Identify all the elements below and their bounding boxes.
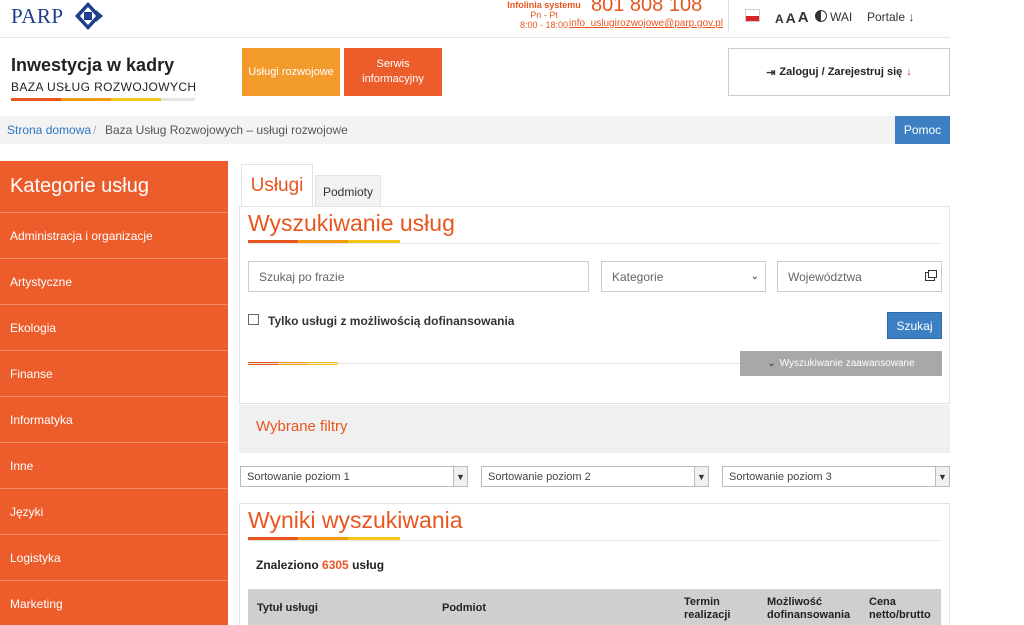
results-count: Znaleziono 6305 usług — [256, 558, 384, 572]
portals-dropdown[interactable]: Portale ↓ — [867, 10, 914, 24]
search-phrase-input[interactable]: Szukaj po frazie — [248, 261, 589, 292]
page-root: PARP Infolinia systemu Pn - Pt 8:00 - 18… — [0, 0, 1024, 625]
sidebar-item-artystyczne[interactable]: Artystyczne — [0, 258, 228, 304]
column-header-title[interactable]: Tytuł usługi — [257, 602, 318, 615]
dropdown-arrow-icon: ▼ — [694, 467, 708, 486]
results-count-prefix: Znaleziono — [256, 558, 319, 572]
sidebar-item-informatyka[interactable]: Informatyka — [0, 396, 228, 442]
parp-logo-icon — [74, 2, 103, 30]
nav-serwis-informacyjny[interactable]: Serwis informacyjny — [344, 48, 442, 96]
top-separator-line — [0, 37, 950, 38]
cofinancing-checkbox[interactable] — [248, 314, 259, 325]
helpline-email-link[interactable]: info_uslugirozwojowe@parp.gov.pl — [569, 18, 723, 29]
sidebar-item-logistyka[interactable]: Logistyka — [0, 534, 228, 580]
column-header-price[interactable]: Cena netto/brutto — [869, 596, 939, 622]
tab-uslugi[interactable]: Usługi — [241, 164, 313, 207]
dropdown-arrow-icon: ▼ — [453, 467, 467, 486]
column-header-term[interactable]: Termin realizacji — [684, 596, 744, 622]
region-select-value: Województwa — [788, 269, 862, 284]
helpline-phone[interactable]: 801 808 108 — [591, 0, 702, 17]
login-icon: ⇥ — [766, 66, 776, 79]
font-size-switcher[interactable]: A A A — [775, 9, 809, 26]
sidebar-item-marketing[interactable]: Marketing — [0, 580, 228, 625]
results-title-line — [248, 540, 941, 541]
font-large-button[interactable]: A — [798, 9, 809, 26]
breadcrumb-separator: / — [338, 123, 342, 137]
login-register-button[interactable]: ⇥ Zaloguj / Zarejestruj się ↓ — [728, 48, 950, 96]
sidebar-item-jezyki[interactable]: Języki — [0, 488, 228, 534]
breadcrumb-separator: / — [93, 123, 97, 137]
helpline-title: Infolinia systemu — [507, 0, 581, 10]
popup-window-icon — [925, 270, 937, 281]
category-select-value: Kategorie — [612, 269, 664, 284]
region-select[interactable]: Województwa — [777, 261, 942, 292]
help-button[interactable]: Pomoc — [895, 116, 950, 144]
sort-level-1-select[interactable]: Sortowanie poziom 1 ▼ — [240, 466, 468, 487]
search-button[interactable]: Szukaj — [887, 312, 942, 339]
polish-flag-icon[interactable] — [745, 9, 760, 22]
results-title: Wyniki wyszukiwania — [248, 507, 463, 533]
sidebar-item-administracja[interactable]: Administracja i organizacje — [0, 212, 228, 258]
advanced-search-button[interactable]: ⌄ Wyszukiwanie zaawansowane — [740, 351, 942, 376]
sort-level-1-value: Sortowanie poziom 1 — [247, 470, 350, 483]
chevron-down-icon: ⌄ — [767, 358, 776, 369]
sidebar-title: Kategorie usług — [10, 175, 149, 197]
breadcrumb-current: Baza Usług Rozwojowych – usługi rozwojow… — [105, 123, 348, 137]
arrow-down-icon: ↓ — [906, 66, 912, 78]
contrast-icon[interactable] — [815, 10, 827, 22]
sort-level-2-select[interactable]: Sortowanie poziom 2 ▼ — [481, 466, 709, 487]
login-label: Zaloguj / Zarejestruj się — [779, 66, 903, 78]
breadcrumb-home-link[interactable]: Strona domowa — [7, 123, 91, 137]
sidebar-item-inne[interactable]: Inne — [0, 442, 228, 488]
wai-link[interactable]: WAI — [830, 10, 852, 24]
brand-block[interactable]: Inwestycja w kadry BAZA USŁUG ROZWOJOWYC… — [11, 55, 196, 94]
search-title-line — [248, 243, 941, 244]
sidebar-item-ekologia[interactable]: Ekologia — [0, 304, 228, 350]
search-title: Wyszukiwanie usług — [248, 210, 455, 236]
chevron-down-icon: ⌄ — [750, 271, 759, 282]
results-count-suffix: usług — [352, 558, 385, 572]
nav-uslugi-rozwojowe[interactable]: Usługi rozwojowe — [242, 48, 340, 96]
advanced-search-label: Wyszukiwanie zaawansowane — [779, 358, 915, 369]
selected-filters-title: Wybrane filtry — [256, 418, 348, 435]
parp-logo[interactable]: PARP — [11, 0, 104, 32]
logo-text: PARP — [11, 3, 64, 28]
font-medium-button[interactable]: A — [786, 10, 796, 26]
column-header-provider[interactable]: Podmiot — [442, 602, 486, 615]
sort-level-2-value: Sortowanie poziom 2 — [488, 470, 591, 483]
category-select[interactable]: Kategorie ⌄ — [601, 261, 766, 292]
tab-podmioty[interactable]: Podmioty — [315, 175, 381, 207]
top-divider — [728, 0, 729, 31]
font-small-button[interactable]: A — [775, 12, 784, 26]
results-count-number: 6305 — [322, 558, 349, 572]
sort-level-3-value: Sortowanie poziom 3 — [729, 470, 832, 483]
cofinancing-checkbox-label[interactable]: Tylko usługi z możliwością dofinansowani… — [268, 314, 514, 328]
sort-level-3-select[interactable]: Sortowanie poziom 3 ▼ — [722, 466, 950, 487]
brand-title: Inwestycja w kadry — [11, 55, 175, 75]
brand-color-bar — [11, 98, 195, 101]
column-header-cofinancing[interactable]: Możliwość dofinansowania — [767, 596, 850, 622]
brand-subtitle: BAZA USŁUG ROZWOJOWYCH — [11, 80, 197, 94]
dropdown-arrow-icon: ▼ — [935, 467, 949, 486]
sidebar-item-finanse[interactable]: Finanse — [0, 350, 228, 396]
